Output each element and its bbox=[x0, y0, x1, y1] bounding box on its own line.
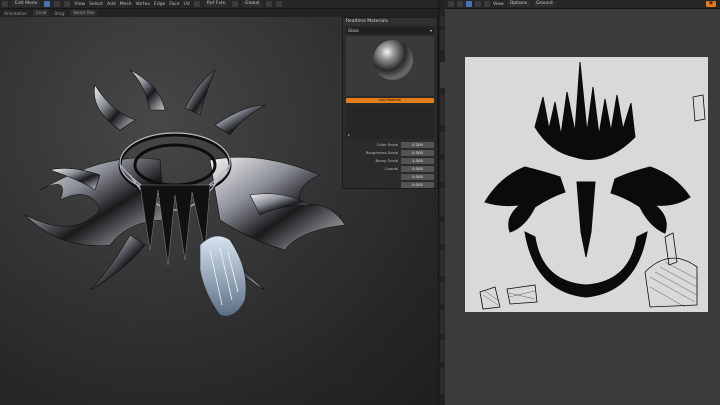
realtime-materials-panel: Realtime Materials Glass ▾ Add Material … bbox=[342, 17, 438, 189]
uv-sync-icon[interactable] bbox=[457, 1, 463, 7]
uv-edge-mode-icon[interactable] bbox=[475, 1, 481, 7]
menu-mesh[interactable]: Mesh bbox=[120, 2, 132, 7]
pivot-dropdown[interactable]: Ref Fxts bbox=[203, 1, 228, 7]
orientation-label: Orientation: bbox=[4, 10, 28, 16]
uv-editor-type-icon[interactable] bbox=[448, 1, 454, 7]
preview-sphere bbox=[373, 40, 413, 80]
material-slot[interactable]: Glass ▾ bbox=[346, 27, 434, 34]
param-row-roughness-scale: Roughness Scale 0.500 bbox=[346, 149, 434, 156]
param-row-coords-x: Coords 0.000 bbox=[346, 165, 434, 172]
coords-x-field[interactable]: 0.000 bbox=[401, 165, 434, 172]
material-list[interactable]: ▸ bbox=[346, 105, 434, 139]
color-scale-field[interactable]: 0.200 bbox=[401, 141, 434, 148]
uv-vertex-mode-icon[interactable] bbox=[466, 1, 472, 7]
viewport-header: Edit Mode View Select Add Mesh Vertex Ed… bbox=[0, 0, 440, 9]
chevron-down-icon[interactable]: ▾ bbox=[430, 27, 432, 34]
mode-dropdown[interactable]: Edit Mode bbox=[12, 1, 41, 7]
xray-icon[interactable] bbox=[276, 1, 283, 7]
tool-settings-bar: Orientation: Local Drag: Select Box bbox=[0, 9, 440, 17]
menu-vertex[interactable]: Vertex bbox=[136, 2, 150, 7]
material-slot-name: Glass bbox=[348, 28, 359, 33]
editor-type-icon[interactable] bbox=[2, 1, 8, 7]
face-select-icon[interactable] bbox=[64, 1, 71, 7]
uv-view-menu[interactable]: View bbox=[493, 2, 504, 7]
menu-face[interactable]: Face bbox=[169, 2, 179, 7]
uv-islands bbox=[479, 61, 706, 310]
edge-select-icon[interactable] bbox=[54, 1, 61, 7]
proportional-icon[interactable] bbox=[232, 1, 238, 7]
add-material-button[interactable]: Add Material bbox=[346, 98, 434, 103]
uv-map-dropdown[interactable]: Ground bbox=[533, 1, 556, 7]
uv-editor-header: View Options Ground ▣ bbox=[445, 0, 720, 9]
menu-select[interactable]: Select bbox=[89, 2, 103, 7]
menu-uv[interactable]: UV bbox=[184, 2, 190, 7]
uv-image-canvas[interactable] bbox=[465, 57, 708, 312]
menu-view[interactable]: View bbox=[74, 2, 85, 7]
param-row-color-scale: Color Scale 0.200 bbox=[346, 141, 434, 148]
snap-icon[interactable] bbox=[193, 1, 200, 7]
coords-z-field[interactable]: 0.000 bbox=[401, 181, 434, 188]
coordinate-space-dropdown[interactable]: Global bbox=[242, 1, 263, 7]
menu-add[interactable]: Add bbox=[107, 2, 116, 7]
expand-icon[interactable]: ▸ bbox=[348, 132, 350, 137]
menu-edge[interactable]: Edge bbox=[154, 2, 165, 7]
new-image-button[interactable]: ▣ bbox=[705, 1, 716, 7]
coords-y-field[interactable]: 0.000 bbox=[401, 173, 434, 180]
param-row-coords-z: 0.000 bbox=[346, 181, 434, 188]
uv-face-mode-icon[interactable] bbox=[484, 1, 490, 7]
material-preview bbox=[346, 36, 434, 96]
param-row-bump-scale: Bump Scale 1.000 bbox=[346, 157, 434, 164]
vertex-select-icon[interactable] bbox=[44, 1, 51, 7]
drag-label: Drag: bbox=[54, 10, 66, 16]
overlay-icon[interactable] bbox=[266, 1, 273, 7]
roughness-scale-field[interactable]: 0.500 bbox=[401, 149, 434, 156]
drag-dropdown[interactable]: Select Box bbox=[70, 10, 98, 16]
param-row-coords-y: 0.000 bbox=[346, 173, 434, 180]
uv-options-dropdown[interactable]: Options bbox=[506, 1, 531, 7]
panel-title[interactable]: Realtime Materials bbox=[343, 18, 437, 25]
orientation-dropdown[interactable]: Local bbox=[32, 10, 50, 16]
bump-scale-field[interactable]: 1.000 bbox=[401, 157, 434, 164]
